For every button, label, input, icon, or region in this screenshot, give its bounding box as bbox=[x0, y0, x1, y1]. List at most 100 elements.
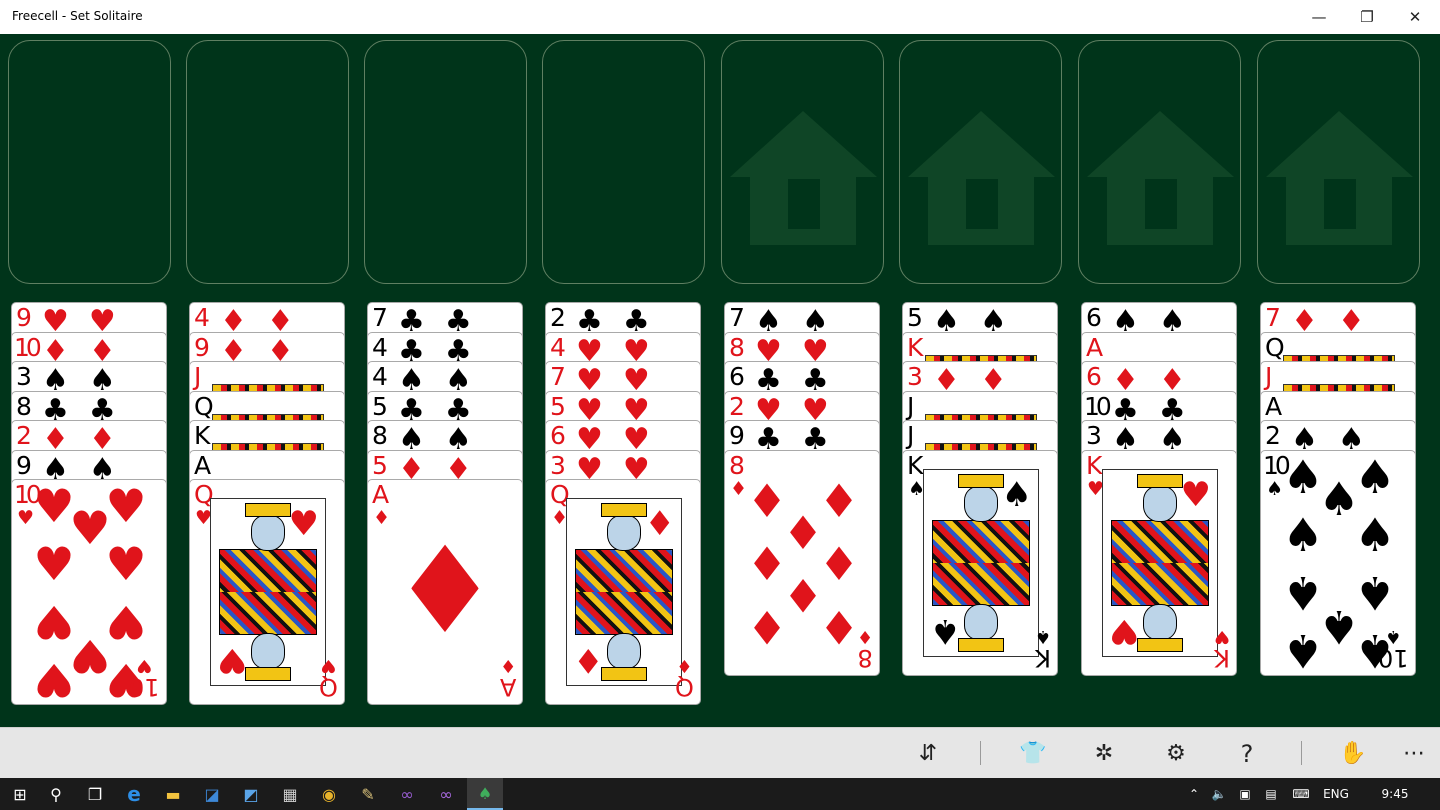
card-rank-bottom: 8 bbox=[857, 643, 873, 672]
card-rank: 4 bbox=[372, 332, 388, 362]
app-button-2[interactable]: ◩ bbox=[233, 778, 269, 810]
foundation-pile[interactable] bbox=[721, 40, 884, 284]
card-rank: A bbox=[372, 480, 390, 509]
card-suit-bottom: ♥ bbox=[136, 655, 153, 676]
calculator-button[interactable]: ▦ bbox=[272, 778, 308, 810]
visual-studio-icon: ∞ bbox=[439, 784, 453, 804]
chrome-icon: ◉ bbox=[322, 784, 336, 804]
card-suit-bottom: ♦ bbox=[676, 655, 693, 676]
free-cell[interactable] bbox=[542, 40, 705, 284]
card-rank: 8 bbox=[16, 391, 32, 421]
free-cell[interactable] bbox=[186, 40, 349, 284]
card-rank: 10 bbox=[14, 332, 42, 362]
card-rank-bottom: 10 bbox=[129, 673, 160, 701]
card-suit-bottom: ♠ bbox=[1385, 625, 1402, 647]
card-rank: 9 bbox=[194, 332, 210, 362]
search-icon: ⚲ bbox=[50, 784, 62, 804]
language-indicator[interactable]: ENG bbox=[1318, 778, 1354, 810]
home-icon bbox=[908, 111, 1055, 245]
playing-card-k-of-spades[interactable]: K ♠ ♠ ♠ K ♠ bbox=[902, 449, 1058, 676]
app-icon: ◩ bbox=[243, 784, 259, 804]
card-rank-bottom: Q bbox=[675, 673, 694, 701]
task-view-button[interactable]: ❐ bbox=[77, 778, 113, 810]
playing-card-10-of-hearts[interactable]: 10 ♥ ♥ ♥ ♥ ♥ ♥ ♥ ♥ ♥ ♥ ♥ 10 ♥ bbox=[11, 479, 167, 705]
card-suit-bottom: ♠ bbox=[1034, 625, 1051, 647]
more-button[interactable]: ⋯ bbox=[1394, 728, 1434, 779]
card-rank: 4 bbox=[550, 332, 566, 362]
card-rank: 8 bbox=[729, 332, 745, 362]
card-back-button[interactable]: 👕 bbox=[1013, 728, 1053, 779]
hint-icon: ⇵ bbox=[918, 741, 938, 766]
search-button[interactable]: ⚲ bbox=[38, 778, 74, 810]
foundation-pile[interactable] bbox=[899, 40, 1062, 284]
playing-card-10-of-spades[interactable]: 10 ♠ ♠ ♠ ♠ ♠ ♠ ♠ ♠ ♠ ♠ ♠ 10 ♠ bbox=[1260, 449, 1416, 676]
card-rank: 8 bbox=[372, 421, 388, 450]
face-card-art: ♥ ♥ bbox=[1102, 468, 1218, 657]
freecell-taskbar-button[interactable]: ♠ bbox=[467, 778, 503, 810]
edge-button[interactable]: e bbox=[116, 778, 152, 810]
app-button-1[interactable]: ◪ bbox=[194, 778, 230, 810]
clock[interactable]: 9:45 bbox=[1368, 778, 1422, 810]
card-rank: 5 bbox=[372, 391, 388, 421]
message-icon[interactable]: ▤ bbox=[1260, 778, 1282, 810]
auto-play-button[interactable]: ✋ bbox=[1333, 728, 1373, 779]
free-cell[interactable] bbox=[8, 40, 171, 284]
card-rank: 9 bbox=[16, 303, 32, 332]
card-rank: 9 bbox=[16, 450, 32, 480]
chrome-button[interactable]: ◉ bbox=[311, 778, 347, 810]
playing-card-q-of-hearts[interactable]: Q ♥ ♥ ♥ Q ♥ bbox=[189, 479, 345, 705]
card-rank: 3 bbox=[1086, 421, 1102, 450]
card-rank-bottom: K bbox=[1214, 643, 1230, 672]
card-rank: 8 bbox=[729, 450, 745, 480]
shuffle-icon: ✲ bbox=[1094, 741, 1114, 766]
card-suit-bottom: ♦ bbox=[499, 655, 516, 676]
card-pip: ♠ bbox=[1354, 507, 1396, 562]
volume-icon[interactable]: 🔈 bbox=[1208, 778, 1230, 810]
playing-card-q-of-diamonds[interactable]: Q ♦ ♦ ♦ Q ♦ bbox=[545, 479, 701, 705]
card-rank: J bbox=[907, 391, 915, 421]
card-corner-suit: ♠ bbox=[1266, 477, 1284, 500]
folder-icon: ▬ bbox=[165, 784, 181, 804]
card-rank: Q bbox=[1265, 332, 1285, 362]
foundation-pile[interactable] bbox=[1257, 40, 1420, 284]
card-pip: ♦ bbox=[746, 599, 788, 654]
card-rank: 3 bbox=[550, 450, 566, 480]
visual-studio-button-1[interactable]: ∞ bbox=[389, 778, 425, 810]
card-rank: 5 bbox=[550, 391, 566, 421]
restore-button[interactable]: ❐ bbox=[1344, 0, 1390, 34]
face-card-art: ♠ ♠ bbox=[923, 468, 1039, 657]
network-icon[interactable]: ▣ bbox=[1234, 778, 1256, 810]
card-rank: J bbox=[1265, 362, 1273, 391]
visual-studio-button-2[interactable]: ∞ bbox=[428, 778, 464, 810]
card-pip: ♥ bbox=[105, 595, 147, 649]
card-corner-bottom: K ♠ bbox=[1034, 625, 1051, 672]
keyboard-icon[interactable]: ⌨ bbox=[1286, 778, 1316, 810]
free-cell[interactable] bbox=[364, 40, 527, 284]
foundation-pile[interactable] bbox=[1078, 40, 1241, 284]
home-icon bbox=[1266, 111, 1413, 245]
help-button[interactable]: ? bbox=[1227, 728, 1267, 779]
game-toolbar: ⇵ 👕 ✲ ⚙? ✋ ⋯ bbox=[0, 727, 1440, 778]
app-button-3[interactable]: ✎ bbox=[350, 778, 386, 810]
card-rank: Q bbox=[194, 391, 214, 421]
card-rank: 6 bbox=[550, 421, 566, 450]
playing-card-8-of-diamonds[interactable]: 8 ♦ ♦ ♦ ♦ ♦ ♦ ♦ ♦ ♦ 8 ♦ bbox=[724, 449, 880, 676]
playing-card-k-of-hearts[interactable]: K ♥ ♥ ♥ K ♥ bbox=[1081, 449, 1237, 676]
close-button[interactable]: ✕ bbox=[1392, 0, 1438, 34]
chevron-up-icon[interactable]: ⌃ bbox=[1184, 778, 1204, 810]
shirt-icon: 👕 bbox=[1019, 741, 1047, 766]
card-rank: K bbox=[1086, 450, 1103, 480]
title-bar: Freecell - Set Solitaire — ❐ ✕ bbox=[0, 0, 1440, 34]
card-rank: 2 bbox=[1265, 421, 1281, 450]
settings-button[interactable]: ⚙ bbox=[1156, 728, 1196, 779]
hint-button[interactable]: ⇵ bbox=[908, 728, 948, 779]
new-game-button[interactable]: ✲ bbox=[1084, 728, 1124, 779]
file-explorer-button[interactable]: ▬ bbox=[155, 778, 191, 810]
minimize-button[interactable]: — bbox=[1296, 0, 1342, 34]
start-button[interactable]: ⊞ bbox=[2, 778, 38, 810]
playing-card-a-of-diamonds[interactable]: A ♦ ♦ A ♦ bbox=[367, 479, 523, 705]
card-corner-suit: ♥ bbox=[17, 507, 35, 529]
card-rank-bottom: A bbox=[499, 673, 516, 701]
card-rank: K bbox=[907, 450, 924, 480]
card-pip: ♠ bbox=[1354, 565, 1396, 620]
